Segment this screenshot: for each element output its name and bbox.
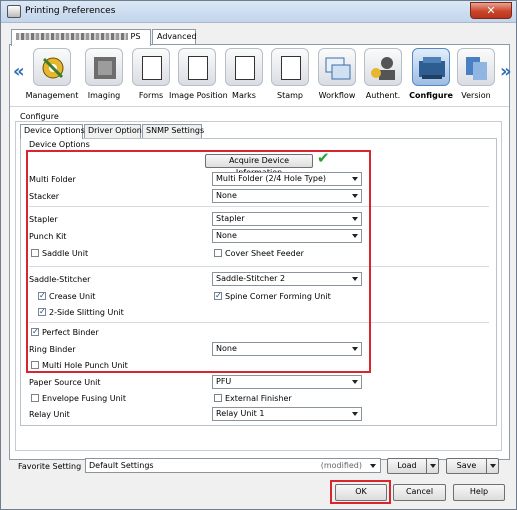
window-title: Printing Preferences — [25, 6, 116, 16]
highlight-device-options — [26, 150, 371, 373]
management-icon — [33, 48, 71, 86]
printer-icon — [7, 5, 21, 18]
checkbox-box — [214, 394, 222, 402]
feature-icon-bar: « Management Imaging Forms Image Positio… — [10, 45, 512, 107]
highlight-ok — [330, 480, 391, 504]
authentication-icon — [364, 48, 402, 86]
tab-snmp-settings[interactable]: SNMP Settings — [142, 124, 204, 138]
save-button[interactable]: Save — [446, 458, 499, 474]
tab-ps-label: PS — [130, 32, 141, 41]
imaging-icon — [85, 48, 123, 86]
title-bar: Printing Preferences ✕ — [1, 1, 516, 23]
configure-icon — [412, 48, 450, 86]
paper-source-unit-select[interactable]: PFU — [212, 375, 362, 389]
envelope-fusing-label: Envelope Fusing Unit — [42, 394, 127, 403]
chevron-down-icon — [352, 412, 358, 416]
version-icon — [457, 48, 495, 86]
tab-advanced[interactable]: Advanced — [152, 29, 197, 44]
device-options-legend: Device Options — [29, 140, 90, 149]
scroll-right-icon[interactable]: » — [500, 61, 512, 82]
save-label: Save — [456, 461, 477, 470]
image-position-icon — [178, 48, 216, 86]
paper-source-unit-value: PFU — [216, 377, 232, 386]
favorite-setting-select[interactable]: Default Settings (modified) — [85, 458, 381, 473]
chevron-down-icon[interactable] — [426, 459, 438, 473]
favorite-setting-value: Default Settings — [89, 461, 154, 470]
feature-label: Management — [25, 91, 79, 100]
tab-advanced-label: Advanced — [157, 32, 197, 41]
tab-device-options[interactable]: Device Options — [20, 124, 85, 139]
stamp-icon — [271, 48, 309, 86]
favorite-setting-label: Favorite Setting — [18, 462, 82, 471]
cancel-button[interactable]: Cancel — [393, 484, 446, 501]
feature-management[interactable]: Management — [24, 48, 80, 100]
tab-driver-options[interactable]: Driver Options — [84, 124, 146, 138]
tab-ps[interactable]: PS — [11, 29, 151, 46]
close-button[interactable]: ✕ — [470, 2, 512, 19]
redacted-printer-name — [16, 33, 128, 40]
checkbox-box — [31, 394, 39, 402]
printing-preferences-window: Printing Preferences ✕ PS Advanced « Man… — [0, 0, 517, 510]
load-button[interactable]: Load — [387, 458, 439, 474]
marks-icon — [225, 48, 263, 86]
help-button[interactable]: Help — [453, 484, 505, 501]
forms-icon — [132, 48, 170, 86]
external-finisher-checkbox[interactable]: External Finisher — [214, 394, 292, 403]
relay-unit-value: Relay Unit 1 — [216, 409, 265, 418]
feature-version[interactable]: Version — [448, 48, 504, 100]
configure-section-label: Configure — [20, 112, 59, 121]
envelope-fusing-unit-checkbox[interactable]: Envelope Fusing Unit — [31, 394, 126, 403]
chevron-down-icon — [370, 464, 376, 468]
favorite-modified-status: (modified) — [320, 461, 362, 470]
relay-unit-select[interactable]: Relay Unit 1 — [212, 407, 362, 421]
load-label: Load — [397, 461, 417, 470]
external-finisher-label: External Finisher — [225, 394, 292, 403]
feature-label: Version — [461, 91, 491, 100]
workflow-icon — [318, 48, 356, 86]
chevron-down-icon — [352, 380, 358, 384]
chevron-down-icon[interactable] — [486, 459, 498, 473]
scroll-left-icon[interactable]: « — [13, 61, 25, 82]
paper-source-unit-label: Paper Source Unit — [29, 378, 101, 387]
relay-unit-label: Relay Unit — [29, 410, 70, 419]
